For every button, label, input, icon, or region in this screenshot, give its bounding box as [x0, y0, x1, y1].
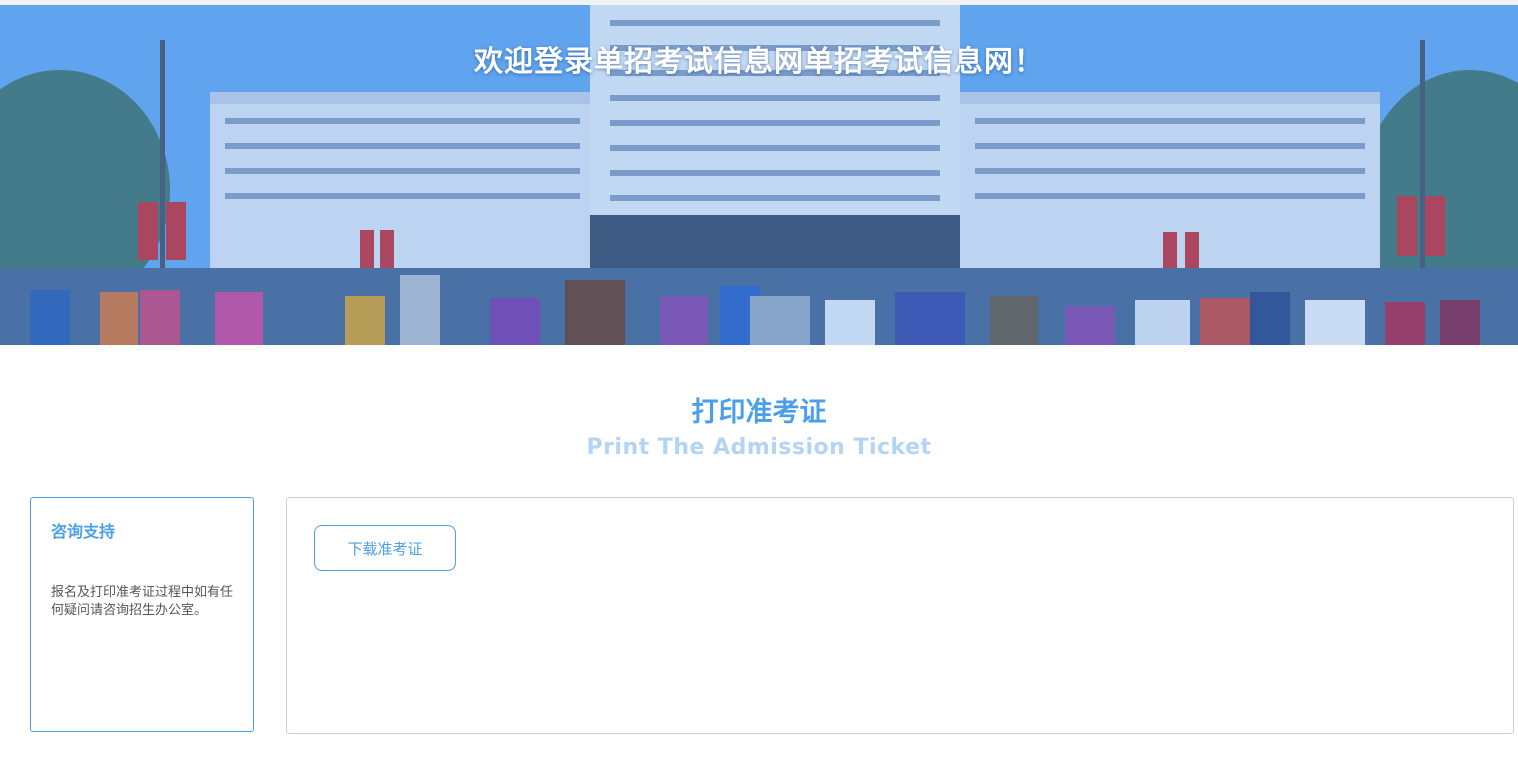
top-border	[0, 0, 1518, 5]
support-panel: 咨询支持 报名及打印准考证过程中如有任何疑问请咨询招生办公室。	[30, 497, 254, 732]
page-subtitle: Print The Admission Ticket	[586, 435, 932, 460]
welcome-title: 欢迎登录单招考试信息网单招考试信息网！	[473, 44, 1044, 78]
download-ticket-button[interactable]: 下载准考证	[314, 525, 456, 571]
header-banner: 欢迎登录单招考试信息网单招考试信息网！	[0, 0, 1518, 345]
page-title: 打印准考证	[691, 397, 827, 428]
support-text: 报名及打印准考证过程中如有任何疑问请咨询招生办公室。	[51, 585, 234, 618]
support-title: 咨询支持	[51, 522, 116, 541]
main-panel: 下载准考证	[286, 497, 1514, 734]
